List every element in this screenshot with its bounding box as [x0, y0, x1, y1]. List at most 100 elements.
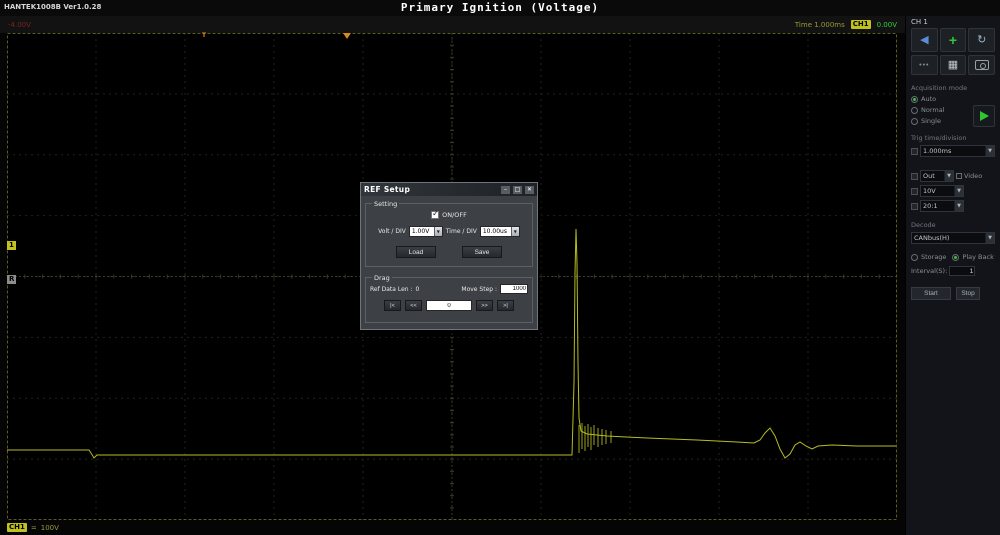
- close-button[interactable]: ✕: [524, 185, 535, 195]
- chevron-down-icon: ▼: [957, 188, 961, 194]
- start-button[interactable]: Start: [911, 287, 951, 300]
- crosshair-button[interactable]: +: [940, 28, 967, 52]
- more-options-button[interactable]: •••: [911, 55, 938, 75]
- chevron-down-icon: ▼: [514, 229, 517, 234]
- probe-dropdown-button[interactable]: ▼: [954, 201, 963, 211]
- prev-button[interactable]: <<: [405, 300, 422, 311]
- drag-group-label: Drag: [372, 274, 392, 282]
- refresh-icon: ↻: [977, 35, 986, 46]
- time-div-dropdown-button[interactable]: ▼: [511, 227, 519, 236]
- setting-group: Setting ✓ ON/OFF Volt / DIV 1.00V ▼ Time…: [365, 203, 533, 267]
- volts-per-div: 100V: [41, 524, 59, 532]
- ref-data-len-value: 0: [416, 286, 420, 293]
- radio-playback[interactable]: Play Back: [952, 253, 993, 261]
- save-button[interactable]: Save: [462, 246, 502, 258]
- crosshair-icon: +: [949, 33, 957, 47]
- grid-icon: ▦: [948, 60, 958, 71]
- camera-icon: [975, 60, 989, 70]
- timebase-icon: [911, 148, 918, 155]
- sidebar-channel-label: CH 1: [911, 18, 995, 26]
- decode-label: Decode: [911, 221, 995, 229]
- volt-div-dropdown-button[interactable]: ▼: [434, 227, 442, 236]
- check-icon: ✓: [432, 210, 439, 218]
- radio-storage-circle[interactable]: [911, 254, 918, 261]
- chevron-down-icon: ▼: [957, 203, 961, 209]
- trigger-level-dropdown-button[interactable]: ▼: [954, 186, 963, 196]
- playback-buttons: Start Stop: [911, 287, 995, 300]
- control-sidebar: CH 1 ◀ + ↻ ••• ▦ Acquisition mode Auto N…: [905, 16, 1000, 535]
- playback-label: Play Back: [962, 253, 993, 261]
- onoff-checkbox[interactable]: ✓: [431, 211, 439, 219]
- interval-input[interactable]: [949, 266, 975, 276]
- minimize-button[interactable]: –: [500, 185, 511, 195]
- run-button[interactable]: [973, 105, 995, 127]
- trigger-source-row: Out ▼ Video: [911, 170, 995, 182]
- page-title: Primary Ignition (Voltage): [0, 1, 1000, 14]
- cursor-voltage: -4.00V: [8, 21, 31, 29]
- trigger-position-marker[interactable]: [343, 33, 351, 39]
- snapshot-button[interactable]: [968, 55, 995, 75]
- decode-dropdown-button[interactable]: ▼: [985, 233, 994, 243]
- channel-badge: CH1: [851, 20, 871, 29]
- timebase-readout: Time 1.000ms: [795, 21, 845, 29]
- timebase-select[interactable]: 1.000ms ▼: [920, 145, 995, 157]
- back-arrow-icon: ◀: [920, 35, 928, 46]
- probe-icon: [911, 203, 918, 210]
- load-button[interactable]: Load: [396, 246, 436, 258]
- trigger-level-row: 10V ▼: [911, 185, 995, 197]
- radio-single-circle[interactable]: [911, 118, 918, 125]
- first-button[interactable]: |<: [384, 300, 401, 311]
- time-div-select[interactable]: 10.00us ▼: [480, 226, 520, 237]
- next-button[interactable]: >>: [476, 300, 493, 311]
- trigger-source-select[interactable]: Out ▼: [920, 170, 954, 182]
- trigger-level-readout: 0.00V: [877, 21, 897, 29]
- trigger-source-icon: [911, 173, 918, 180]
- refresh-button[interactable]: ↻: [968, 28, 995, 52]
- chevron-down-icon: ▼: [947, 173, 951, 179]
- stop-button[interactable]: Stop: [956, 287, 980, 300]
- setting-group-label: Setting: [372, 200, 399, 208]
- volt-div-select[interactable]: 1.00V ▼: [409, 226, 443, 237]
- dialog-title: REF Setup: [361, 185, 500, 194]
- maximize-button[interactable]: □: [512, 185, 523, 195]
- radio-auto-circle[interactable]: [911, 96, 918, 103]
- radio-playback-circle[interactable]: [952, 254, 959, 261]
- onoff-label: ON/OFF: [442, 211, 467, 219]
- radio-auto[interactable]: Auto: [911, 95, 995, 103]
- probe-row: 20:1 ▼: [911, 200, 995, 212]
- tool-button-row: ••• ▦: [911, 55, 995, 75]
- channel1-level-marker[interactable]: 1: [7, 241, 16, 250]
- interval-label: Interval(S):: [911, 267, 947, 275]
- trigger-time-marker[interactable]: T: [202, 32, 206, 39]
- play-icon: [980, 111, 989, 121]
- trigger-level-icon: [911, 188, 918, 195]
- dots-icon: •••: [919, 62, 929, 69]
- move-step-input[interactable]: [500, 284, 528, 294]
- trigger-level-select[interactable]: 10V ▼: [920, 185, 964, 197]
- ref-level-marker[interactable]: R: [7, 275, 16, 284]
- probe-select[interactable]: 20:1 ▼: [920, 200, 964, 212]
- dialog-title-bar[interactable]: REF Setup – □ ✕: [361, 183, 537, 196]
- timebase-value: 1.000ms: [921, 146, 985, 156]
- decode-select[interactable]: CANbus(H) ▼: [911, 232, 995, 244]
- video-checkbox[interactable]: [956, 173, 962, 179]
- ref-setup-dialog: REF Setup – □ ✕ Setting ✓ ON/OFF Volt / …: [360, 182, 538, 330]
- trigger-source-dropdown-button[interactable]: ▼: [944, 171, 953, 181]
- timebase-dropdown-button[interactable]: ▼: [985, 146, 994, 156]
- last-button[interactable]: >|: [497, 300, 514, 311]
- back-button[interactable]: ◀: [911, 28, 938, 52]
- radio-storage[interactable]: Storage: [911, 253, 946, 261]
- storage-playback-row: Storage Play Back: [911, 253, 995, 261]
- acquisition-mode-label: Acquisition mode: [911, 84, 995, 92]
- channel1-badge[interactable]: CH1: [7, 523, 27, 532]
- chevron-down-icon: ▼: [437, 229, 440, 234]
- time-div-value: 10.00us: [481, 227, 511, 236]
- decode-value: CANbus(H): [912, 233, 985, 243]
- radio-normal-circle[interactable]: [911, 107, 918, 114]
- timebase-row: 1.000ms ▼: [911, 145, 995, 157]
- position-input[interactable]: [426, 300, 472, 311]
- grid-view-button[interactable]: ▦: [940, 55, 967, 75]
- trigger-source-value: Out: [921, 171, 944, 181]
- acquisition-mode-group: Auto Normal Single: [911, 95, 995, 125]
- channel-info-bar: CH1 = 100V: [7, 520, 897, 535]
